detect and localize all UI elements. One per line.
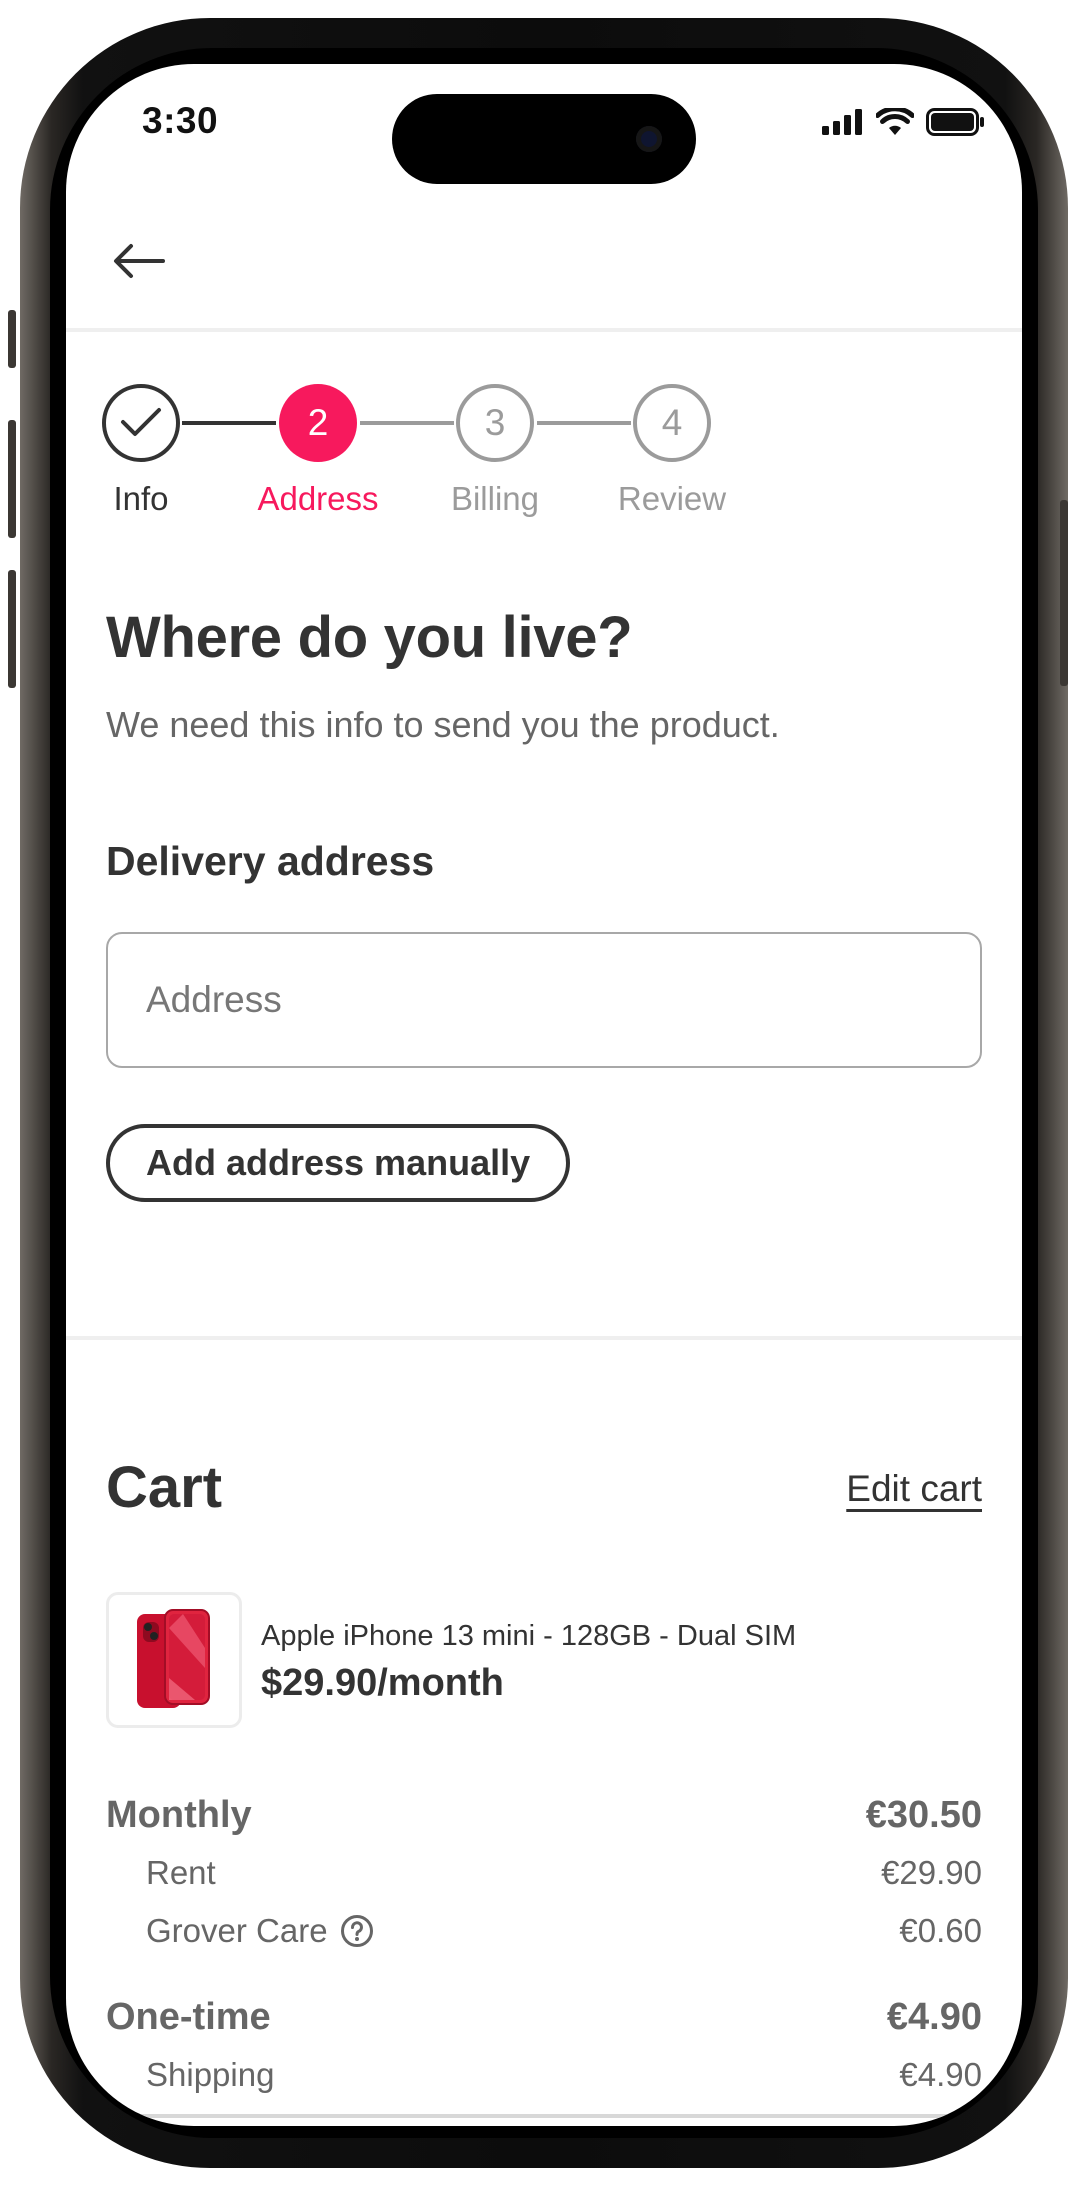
product-name: Apple iPhone 13 mini - 128GB - Dual SIM [261,1620,797,1652]
signal-icon [822,109,862,135]
step-info[interactable]: Info [66,384,231,518]
monthly-total-row: Monthly €30.50 [106,1794,982,1837]
camera-icon [636,126,662,152]
monthly-label: Monthly [106,1794,252,1836]
grover-care-label-group: Grover Care [106,1912,374,1950]
wifi-icon [876,108,914,135]
step-label: Review [617,480,727,517]
volume-down-button [8,570,16,688]
grover-care-row: Grover Care €0.60 [106,1912,982,1950]
shipping-row: Shipping €4.90 [106,2056,982,2094]
one-time-total: €4.90 [886,1996,982,2038]
page-subtitle: We need this info to send you the produc… [106,704,780,745]
step-label: Billing [450,480,540,517]
monthly-total: €30.50 [865,1794,982,1836]
back-arrow-icon [114,244,165,278]
status-icons [822,108,986,136]
step-billing[interactable]: 3 Billing [405,384,585,518]
battery-icon [926,108,984,136]
shipping-value: €4.90 [899,2056,982,2093]
rent-row: Rent €29.90 [106,1854,982,1892]
step-label: Info [113,480,169,517]
one-time-total-row: One-time €4.90 [106,1996,982,2039]
back-button[interactable] [104,226,174,296]
dynamic-island [392,94,696,184]
step-address[interactable]: 2 Address [228,384,408,518]
section-divider [66,1336,1022,1340]
product-price: $29.90/month [261,1662,504,1704]
grover-care-value: €0.60 [899,1912,982,1949]
rent-value: €29.90 [881,1854,982,1891]
grover-care-label: Grover Care [146,1912,328,1949]
top-nav [66,214,1022,324]
page-title: Where do you live? [106,605,633,670]
step-review[interactable]: 4 Review [582,384,762,518]
status-time: 3:30 [142,100,219,141]
one-time-label: One-time [106,1996,271,2038]
app-screen: 3:30 Info 2 Address 3 Billing 4 Review W… [66,64,1022,2126]
mute-switch [8,310,16,368]
shipping-label: Shipping [146,2056,275,2093]
step-circle [102,384,180,462]
address-input[interactable] [106,932,982,1068]
checkout-stepper: Info 2 Address 3 Billing 4 Review [66,384,1022,534]
edit-cart-link[interactable]: Edit cart [846,1468,982,1510]
step-circle: 4 [633,384,711,462]
volume-up-button [8,420,16,538]
rent-label: Rent [146,1854,216,1891]
checkmark-icon [121,408,161,436]
help-circle-icon[interactable] [340,1914,374,1948]
delivery-address-label: Delivery address [106,838,435,884]
power-button [1060,500,1068,686]
phone-product-icon [137,1609,210,1708]
step-circle: 2 [279,384,357,462]
cart-title: Cart [106,1455,223,1520]
step-circle: 3 [456,384,534,462]
add-address-manually-button[interactable]: Add address manually [106,1124,571,1202]
header-divider [66,328,1022,332]
product-image [106,1592,242,1728]
bottom-sheet-edge [66,2114,1022,2118]
step-label: Address [257,480,379,517]
